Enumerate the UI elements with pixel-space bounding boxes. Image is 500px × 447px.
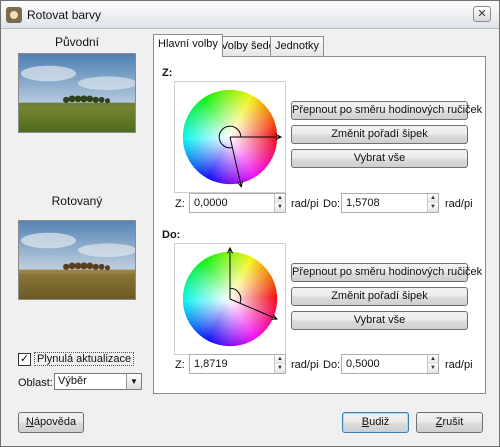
- from-do-unit: rad/pi: [445, 198, 473, 210]
- from-do-spinbox[interactable]: 1,5708 ▲ ▼: [341, 193, 439, 213]
- to-z-spinbox[interactable]: 1,8719 ▲ ▼: [189, 354, 286, 374]
- to-wheel-graphic: [182, 246, 279, 347]
- cancel-button[interactable]: Zrušit: [416, 412, 483, 433]
- from-select-all-button[interactable]: Vybrat vše: [291, 149, 468, 168]
- to-z-label: Z:: [175, 359, 185, 371]
- app-icon: [6, 7, 22, 23]
- live-update-checkbox[interactable]: ✓: [18, 353, 31, 366]
- to-switch-direction-button[interactable]: Přepnout po směru hodinových ručiček: [291, 263, 482, 282]
- to-select-all-button[interactable]: Vybrat vše: [291, 311, 468, 330]
- rotated-preview-image: [18, 220, 136, 300]
- spin-arrows: ▲ ▼: [274, 194, 285, 212]
- original-preview-image: [18, 53, 136, 133]
- from-z-unit: rad/pi: [291, 198, 319, 210]
- to-z-value[interactable]: 1,8719: [194, 358, 228, 370]
- spin-up-icon[interactable]: ▲: [428, 355, 438, 364]
- from-z-label: Z:: [175, 198, 185, 210]
- help-button[interactable]: Nápověda: [18, 412, 84, 433]
- cancel-label: rušit: [442, 416, 464, 428]
- tab-main-options[interactable]: Hlavní volby: [153, 34, 223, 57]
- spin-arrows: ▲ ▼: [274, 355, 285, 373]
- from-wheel-graphic: [182, 89, 283, 188]
- tab-units[interactable]: Jednotky: [270, 36, 325, 56]
- to-swap-arrows-button[interactable]: Změnit pořadí šipek: [291, 287, 468, 306]
- from-section-title: Z:: [162, 67, 173, 79]
- rotate-colors-dialog: Rotovat barvy ✕ Původní Rotovaný ✓ Plynu…: [0, 0, 500, 447]
- from-z-spinbox[interactable]: 0,0000 ▲ ▼: [189, 193, 286, 213]
- spin-down-icon[interactable]: ▼: [428, 364, 438, 373]
- window-title: Rotovat barvy: [27, 8, 102, 22]
- to-do-label: Do:: [323, 359, 341, 371]
- to-do-value[interactable]: 0,5000: [346, 358, 380, 370]
- close-icon: ✕: [477, 8, 487, 20]
- spin-down-icon[interactable]: ▼: [275, 203, 285, 212]
- from-do-label: Do:: [323, 198, 341, 210]
- area-select[interactable]: Výběr ▼: [54, 373, 142, 390]
- area-select-value: Výběr: [58, 375, 87, 387]
- to-color-wheel[interactable]: [174, 243, 286, 355]
- live-update-label[interactable]: Plynulá aktualizace: [34, 352, 135, 366]
- spin-up-icon[interactable]: ▲: [275, 355, 285, 364]
- to-do-spinbox[interactable]: 0,5000 ▲ ▼: [341, 354, 439, 374]
- to-z-unit: rad/pi: [291, 359, 319, 371]
- rotated-preview-label: Rotovaný: [51, 194, 103, 208]
- spin-up-icon[interactable]: ▲: [275, 194, 285, 203]
- ok-label: udiž: [369, 416, 390, 428]
- help-accel: N: [25, 416, 34, 428]
- from-switch-direction-button[interactable]: Přepnout po směru hodinových ručiček: [291, 101, 482, 120]
- spin-down-icon[interactable]: ▼: [428, 203, 438, 212]
- checkmark-icon: ✓: [19, 353, 30, 365]
- from-swap-arrows-button[interactable]: Změnit pořadí šipek: [291, 125, 468, 144]
- chevron-down-icon[interactable]: ▼: [126, 374, 141, 389]
- area-label: Oblast:: [18, 377, 53, 389]
- title-bar[interactable]: Rotovat barvy ✕: [1, 1, 499, 29]
- from-color-wheel[interactable]: [174, 81, 286, 193]
- spin-arrows: ▲ ▼: [427, 194, 438, 212]
- from-z-value[interactable]: 0,0000: [194, 197, 228, 209]
- spin-up-icon[interactable]: ▲: [428, 194, 438, 203]
- ok-button[interactable]: Budiž: [342, 412, 409, 433]
- spin-arrows: ▲ ▼: [427, 355, 438, 373]
- spin-down-icon[interactable]: ▼: [275, 364, 285, 373]
- close-button[interactable]: ✕: [473, 6, 491, 22]
- ok-accel: B: [361, 416, 370, 428]
- to-do-unit: rad/pi: [445, 359, 473, 371]
- to-section-title: Do:: [162, 229, 181, 241]
- from-do-value[interactable]: 1,5708: [346, 197, 380, 209]
- original-preview-label: Původní: [54, 35, 100, 49]
- help-label: ápověda: [33, 416, 77, 428]
